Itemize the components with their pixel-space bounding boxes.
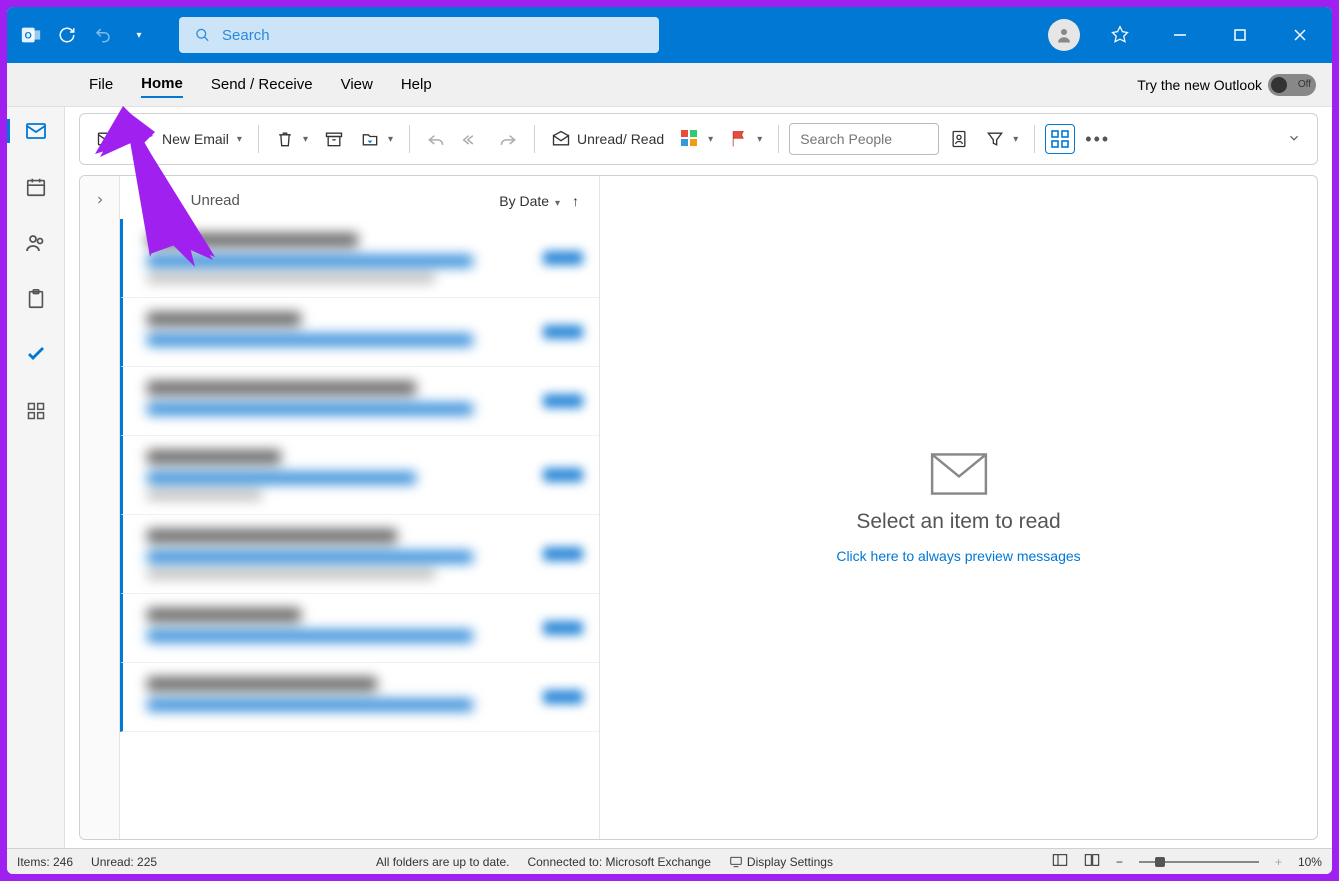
move-button[interactable]: ▾ <box>354 125 399 153</box>
unread-read-button[interactable]: Unread/ Read <box>545 125 670 153</box>
ribbon-toolbar: New Email ▾ ▾ ▾ <box>79 113 1318 165</box>
view-reading-icon[interactable] <box>1084 853 1100 870</box>
reply-button[interactable] <box>420 125 452 153</box>
toggle-off-label: Off <box>1298 79 1311 90</box>
menu-send-receive[interactable]: Send / Receive <box>211 72 313 97</box>
new-email-button[interactable]: New Email ▾ <box>90 125 248 153</box>
status-items-count: Items: 246 <box>17 855 73 869</box>
svg-text:O: O <box>25 31 32 41</box>
more-options-button[interactable]: ••• <box>1079 125 1116 154</box>
message-item[interactable] <box>120 515 599 594</box>
message-item[interactable] <box>120 367 599 436</box>
menu-view[interactable]: View <box>341 72 373 97</box>
view-normal-icon[interactable] <box>1052 853 1068 870</box>
layout-button[interactable] <box>1045 124 1075 154</box>
categorize-button[interactable]: ▾ <box>674 125 719 153</box>
nav-mail-icon[interactable] <box>22 117 50 145</box>
status-folders: All folders are up to date. <box>376 855 509 869</box>
menu-home[interactable]: Home <box>141 71 183 98</box>
status-bar: Items: 246 Unread: 225 All folders are u… <box>7 848 1332 874</box>
zoom-percent: 10% <box>1298 855 1322 869</box>
account-avatar[interactable] <box>1048 19 1080 51</box>
menu-bar: File Home Send / Receive View Help Try t… <box>7 63 1332 107</box>
message-item[interactable] <box>120 298 599 367</box>
nav-tasks-icon[interactable] <box>22 285 50 313</box>
envelope-icon <box>929 452 989 496</box>
nav-apps-icon[interactable] <box>22 397 50 425</box>
flag-button[interactable]: ▾ <box>723 125 768 153</box>
message-list-pane: All Unread By Date ▾ ↑ <box>120 176 600 839</box>
sort-direction-icon[interactable]: ↑ <box>572 193 579 209</box>
filter-all-tab[interactable]: All <box>150 190 167 211</box>
quickaccess-dropdown-icon[interactable]: ▾ <box>127 23 151 47</box>
title-bar: O ▾ <box>7 7 1332 63</box>
undo-icon[interactable] <box>91 23 115 47</box>
archive-button[interactable] <box>318 125 350 153</box>
search-people-input[interactable] <box>789 123 939 155</box>
try-new-outlook-toggle[interactable]: Off <box>1268 74 1316 96</box>
status-connected: Connected to: Microsoft Exchange <box>527 855 710 869</box>
delete-button[interactable]: ▾ <box>269 125 314 153</box>
forward-button[interactable] <box>492 125 524 153</box>
maximize-button[interactable] <box>1220 15 1260 55</box>
minimize-button[interactable] <box>1160 15 1200 55</box>
outlook-app-icon: O <box>19 23 43 47</box>
premium-icon[interactable] <box>1100 15 1140 55</box>
sync-icon[interactable] <box>55 23 79 47</box>
close-button[interactable] <box>1280 15 1320 55</box>
menu-help[interactable]: Help <box>401 72 432 97</box>
display-settings-button[interactable]: Display Settings <box>729 855 833 869</box>
search-input[interactable] <box>222 27 643 44</box>
menu-file[interactable]: File <box>89 72 113 97</box>
filter-button[interactable]: ▾ <box>979 125 1024 153</box>
try-new-outlook-label: Try the new Outlook <box>1137 77 1262 93</box>
message-list[interactable] <box>120 219 599 839</box>
message-item[interactable] <box>120 219 599 298</box>
folder-pane-collapsed[interactable] <box>80 176 120 839</box>
global-search[interactable] <box>179 17 659 53</box>
nav-calendar-icon[interactable] <box>22 173 50 201</box>
chevron-right-icon <box>94 194 106 206</box>
reading-pane: Select an item to read Click here to alw… <box>600 176 1317 839</box>
new-email-label: New Email <box>162 131 229 147</box>
message-item[interactable] <box>120 594 599 663</box>
message-item[interactable] <box>120 663 599 732</box>
unread-read-label: Unread/ Read <box>577 131 664 147</box>
nav-people-icon[interactable] <box>22 229 50 257</box>
preview-messages-link[interactable]: Click here to always preview messages <box>836 548 1080 564</box>
zoom-out-button[interactable]: − <box>1116 855 1123 869</box>
search-icon <box>195 27 210 43</box>
status-unread-count: Unread: 225 <box>91 855 157 869</box>
monitor-icon <box>729 855 743 869</box>
sort-by-date[interactable]: By Date ▾ <box>499 193 560 209</box>
nav-rail <box>7 107 65 848</box>
reading-empty-title: Select an item to read <box>856 510 1060 534</box>
reply-all-button[interactable] <box>456 125 488 153</box>
zoom-in-button[interactable]: + <box>1275 855 1282 869</box>
zoom-slider[interactable] <box>1139 861 1259 863</box>
person-icon <box>1055 26 1073 44</box>
ribbon-collapse-icon[interactable] <box>1287 131 1307 148</box>
nav-todo-icon[interactable] <box>22 341 50 369</box>
address-book-button[interactable] <box>943 125 975 153</box>
message-item[interactable] <box>120 436 599 515</box>
filter-unread-tab[interactable]: Unread <box>191 192 240 209</box>
